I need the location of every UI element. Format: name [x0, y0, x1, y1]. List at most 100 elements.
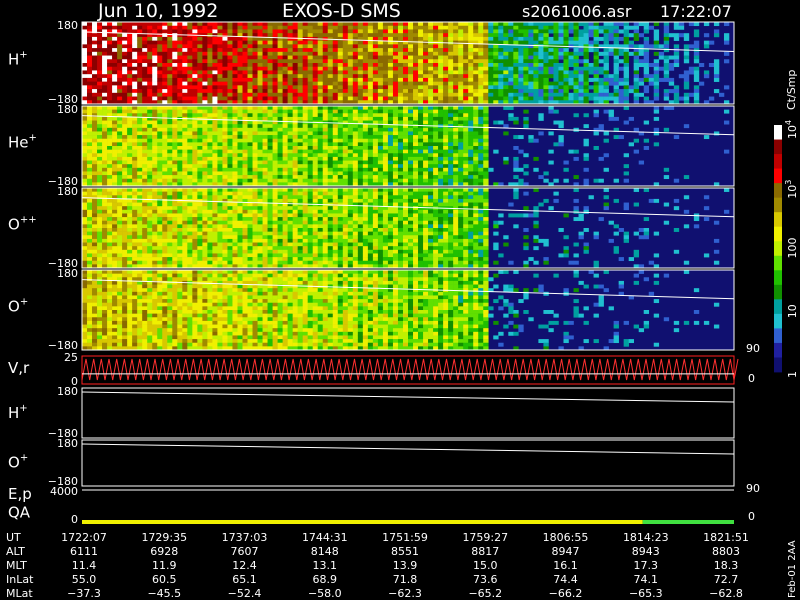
heat-cell: [152, 40, 158, 45]
heat-cell: [162, 74, 168, 79]
heat-cell: [438, 109, 444, 114]
heat-cell: [443, 164, 449, 169]
heat-cell: [357, 171, 364, 176]
heat-cell: [172, 89, 178, 94]
heat-cell: [237, 149, 243, 154]
heat-cell: [372, 167, 379, 172]
heat-cell: [428, 120, 434, 125]
heat-cell: [282, 29, 288, 34]
heat-cell: [107, 220, 113, 225]
heat-cell: [137, 135, 143, 140]
heat-cell: [493, 74, 499, 79]
heat-cell: [598, 29, 604, 34]
heat-cell: [663, 33, 670, 38]
heat-cell: [563, 89, 569, 94]
heat-cell: [107, 70, 113, 75]
heat-cell: [122, 198, 128, 203]
heat-cell: [327, 167, 334, 172]
heat-cell: [312, 40, 319, 45]
heat-cell: [578, 48, 584, 53]
heat-cell: [112, 92, 118, 97]
heat-cell: [282, 22, 288, 27]
heat-cell: [347, 178, 354, 183]
heat-cell: [272, 51, 278, 56]
heat-cell: [97, 175, 103, 180]
heat-cell: [387, 63, 394, 68]
heat-cell: [382, 113, 389, 118]
heat-cell: [553, 120, 559, 125]
heat-cell: [438, 51, 444, 56]
heat-cell: [142, 153, 148, 158]
heat-cell: [593, 70, 599, 75]
panel-2: O++180−180: [8, 185, 735, 270]
heat-cell: [122, 120, 128, 125]
heat-cell: [618, 59, 624, 64]
heat-cell: [277, 116, 283, 121]
heat-cell: [337, 81, 344, 86]
heat-cell: [377, 48, 384, 53]
heat-cell: [162, 249, 168, 254]
heat-cell: [97, 249, 103, 254]
heat-cell: [287, 116, 293, 121]
heat-cell: [317, 124, 324, 129]
heat-cell: [297, 48, 303, 53]
heat-cell: [162, 220, 168, 225]
heat-cell: [152, 142, 158, 147]
heat-cell: [633, 89, 640, 94]
heat-cell: [638, 92, 645, 97]
heat-cell: [242, 142, 248, 147]
heat-cell: [508, 89, 514, 94]
heat-cell: [97, 40, 103, 45]
heat-cell: [633, 59, 640, 64]
heat-cell: [152, 153, 158, 158]
heat-cell: [192, 131, 198, 136]
heat-cell: [252, 22, 258, 27]
heat-cell: [322, 131, 329, 136]
heat-cell: [473, 33, 479, 38]
heat-cell: [177, 249, 183, 254]
heat-cell: [262, 171, 268, 176]
heat-cell: [498, 77, 504, 82]
heat-cell: [478, 127, 484, 132]
heat-cell: [182, 89, 188, 94]
heat-cell: [202, 113, 208, 118]
heat-cell: [132, 138, 138, 143]
heat-cell: [538, 33, 544, 38]
heat-cell: [568, 96, 574, 101]
heat-cell: [377, 175, 384, 180]
heat-cell: [428, 116, 434, 121]
heat-cell: [142, 109, 148, 114]
heat-cell: [633, 74, 640, 79]
heat-cell: [312, 135, 319, 140]
heat-cell: [142, 253, 148, 258]
heat-cell: [112, 191, 118, 196]
heat-cell: [197, 146, 203, 150]
heat-cell: [272, 142, 278, 147]
heat-cell: [187, 113, 193, 118]
heat-cell: [307, 124, 314, 129]
heat-cell: [593, 51, 599, 56]
heat-cell: [548, 29, 554, 34]
heat-cell: [312, 81, 319, 86]
heat-cell: [292, 146, 298, 150]
heat-cell: [372, 77, 379, 82]
heat-cell: [332, 74, 339, 79]
heat-cell: [508, 106, 514, 110]
heat-cell: [87, 231, 93, 236]
heat-cell: [97, 257, 103, 262]
heat-cell: [523, 25, 529, 30]
heat-cell: [112, 59, 118, 64]
heat-cell: [177, 124, 183, 129]
heat-cell: [598, 66, 604, 71]
heat-cell: [458, 113, 464, 118]
heat-cell: [277, 40, 283, 45]
heat-cell: [493, 55, 499, 60]
heat-cell: [232, 48, 238, 53]
heat-cell: [473, 149, 479, 154]
heat-cell: [413, 113, 419, 118]
heat-cell: [483, 109, 489, 114]
heat-cell: [498, 63, 504, 68]
heat-cell: [157, 120, 163, 125]
heat-cell: [623, 153, 629, 158]
heat-cell: [97, 44, 103, 49]
